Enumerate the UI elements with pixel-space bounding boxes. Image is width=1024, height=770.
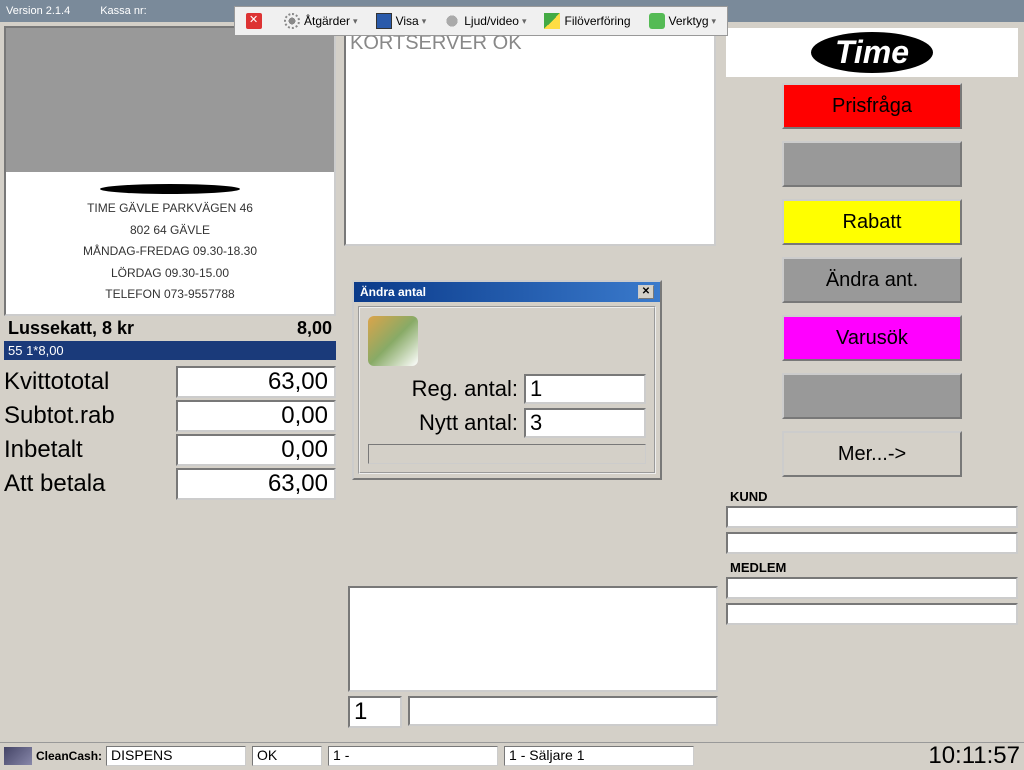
- seller-field: 1 - Säljare 1: [504, 746, 694, 766]
- medlem-field-2[interactable]: [726, 603, 1018, 625]
- item-line: Lussekatt, 8 kr 8,00: [4, 316, 336, 341]
- inbetalt-label: Inbetalt: [4, 436, 83, 464]
- prisfraga-button[interactable]: Prisfråga: [782, 83, 962, 129]
- subtot-label: Subtot.rab: [4, 402, 115, 430]
- andra-antal-button[interactable]: Ändra ant.: [782, 257, 962, 303]
- actions-menu[interactable]: Åtgärder▾: [275, 9, 367, 33]
- remote-toolbar: Åtgärder▾ Visa▾ Ljud/video▾ Filöverförin…: [234, 6, 728, 36]
- close-icon: [246, 13, 262, 29]
- kund-label: KUND: [730, 489, 1018, 504]
- varusok-button[interactable]: Varusök: [782, 315, 962, 361]
- cleancash-status: DISPENS: [106, 746, 246, 766]
- cleancash-label: CleanCash:: [36, 749, 102, 763]
- kvitto-label: Kvittototal: [4, 368, 109, 396]
- inbetalt-value: 0,00: [176, 434, 336, 466]
- subtot-value: 0,00: [176, 400, 336, 432]
- close-button[interactable]: [237, 9, 275, 33]
- cleancash-icon: [4, 747, 32, 765]
- av-menu[interactable]: Ljud/video▾: [435, 9, 535, 33]
- reg-antal-value: 1: [524, 374, 646, 404]
- receipt-preview: TIME GÄVLE PARKVÄGEN 46 802 64 GÄVLE MÅN…: [4, 26, 336, 316]
- chevron-down-icon: ▾: [712, 16, 717, 27]
- medlem-field-1[interactable]: [726, 577, 1018, 599]
- nytt-antal-input[interactable]: 3: [524, 408, 646, 438]
- receipt-store: TIME GÄVLE PARKVÄGEN 46: [14, 198, 326, 220]
- kvitto-value: 63,00: [176, 366, 336, 398]
- item-name: Lussekatt, 8 kr: [8, 318, 134, 339]
- dialog-status-field: [368, 444, 646, 464]
- puzzle-icon: [649, 13, 665, 29]
- dialog-title: Ändra antal: [360, 285, 426, 299]
- sound-icon: [444, 13, 460, 29]
- chevron-down-icon: ▾: [522, 16, 527, 27]
- version-label: Version 2.1.4: [6, 5, 70, 17]
- receipt-phone: TELEFON 073-9557788: [14, 284, 326, 306]
- mer-button[interactable]: Mer...->: [782, 431, 962, 477]
- status-field-1: 1 -: [328, 746, 498, 766]
- receipt-hours2: LÖRDAG 09.30-15.00: [14, 263, 326, 285]
- kortserver-status: KORTSERVER OK: [344, 26, 716, 246]
- item-price: 8,00: [297, 318, 332, 339]
- reg-antal-label: Reg. antal:: [368, 376, 518, 402]
- receipt-zip: 802 64 GÄVLE: [14, 220, 326, 242]
- filetransfer-button[interactable]: Filöverföring: [535, 9, 639, 33]
- screen-icon: [376, 13, 392, 29]
- mid-input-2[interactable]: [408, 696, 718, 726]
- rabatt-button[interactable]: Rabatt: [782, 199, 962, 245]
- file-icon: [544, 13, 560, 29]
- nytt-antal-label: Nytt antal:: [368, 410, 518, 436]
- statusbar: CleanCash: DISPENS OK 1 - 1 - Säljare 1 …: [0, 742, 1024, 768]
- receipt-logo: [100, 184, 240, 194]
- time-logo: Time: [726, 28, 1018, 77]
- att-label: Att betala: [4, 470, 105, 498]
- money-icon: [368, 316, 418, 366]
- att-value: 63,00: [176, 468, 336, 500]
- chevron-down-icon: ▾: [422, 16, 427, 27]
- quantity-input[interactable]: 1: [348, 696, 402, 728]
- grey-button-2[interactable]: [782, 373, 962, 419]
- andra-antal-dialog: Ändra antal ✕ Reg. antal: 1 Nytt antal: …: [352, 280, 662, 480]
- kassa-label: Kassa nr:: [100, 5, 146, 17]
- kund-field-2[interactable]: [726, 532, 1018, 554]
- show-menu[interactable]: Visa▾: [367, 9, 436, 33]
- ok-status: OK: [252, 746, 322, 766]
- tools-menu[interactable]: Verktyg▾: [640, 9, 726, 33]
- item-subline[interactable]: 55 1*8,00: [4, 341, 336, 360]
- receipt-hours1: MÅNDAG-FREDAG 09.30-18.30: [14, 241, 326, 263]
- receipt-paper: TIME GÄVLE PARKVÄGEN 46 802 64 GÄVLE MÅN…: [6, 172, 334, 314]
- clock: 10:11:57: [928, 742, 1020, 770]
- chevron-down-icon: ▾: [353, 16, 358, 27]
- mid-blank-area: [348, 586, 718, 692]
- medlem-label: MEDLEM: [730, 560, 1018, 575]
- kund-field-1[interactable]: [726, 506, 1018, 528]
- dialog-close-button[interactable]: ✕: [638, 285, 654, 299]
- gear-icon: [284, 13, 300, 29]
- grey-button-1[interactable]: [782, 141, 962, 187]
